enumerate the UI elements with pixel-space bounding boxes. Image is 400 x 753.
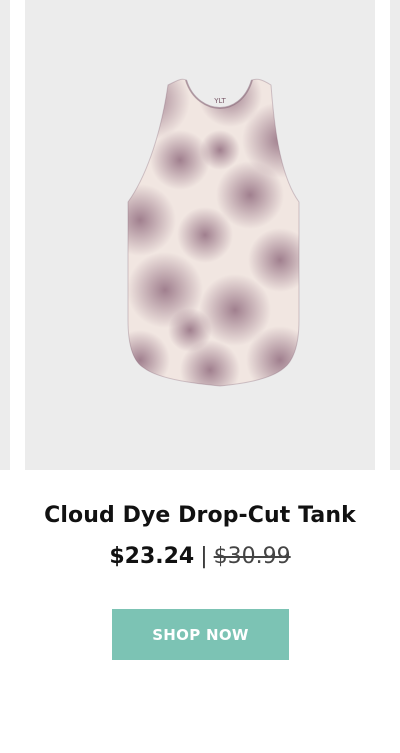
product-card[interactable]: YLT bbox=[25, 0, 375, 470]
current-price: $23.24 bbox=[109, 544, 195, 569]
garment-label: YLT bbox=[213, 97, 226, 105]
product-carousel[interactable]: YLT bbox=[0, 0, 400, 470]
price-separator: | bbox=[200, 544, 208, 569]
price-row: $23.24 | $30.99 bbox=[0, 544, 400, 569]
product-image[interactable]: YLT bbox=[120, 70, 300, 400]
shop-now-button[interactable]: SHOP NOW bbox=[112, 609, 289, 660]
product-title[interactable]: Cloud Dye Drop-Cut Tank bbox=[0, 503, 400, 528]
original-price: $30.99 bbox=[213, 544, 291, 569]
next-product-card-peek[interactable] bbox=[390, 0, 400, 470]
previous-product-card-peek[interactable] bbox=[0, 0, 10, 470]
